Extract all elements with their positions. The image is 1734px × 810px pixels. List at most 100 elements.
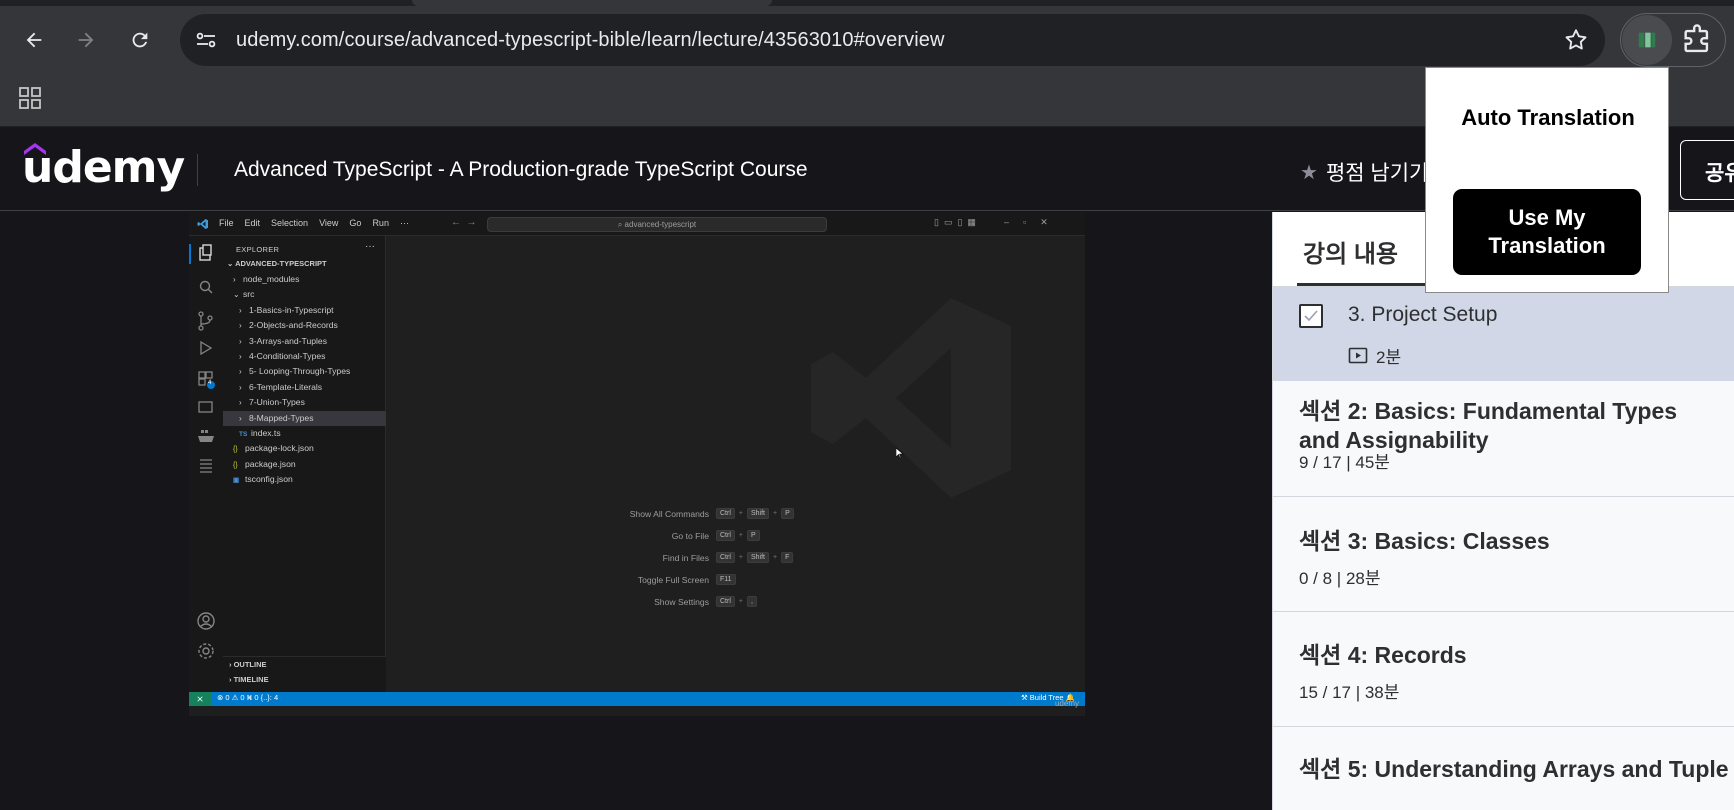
shortcut-label: Show Settings: [654, 597, 709, 607]
shortcut-row: Toggle Full Screen F11: [386, 574, 1085, 588]
share-button[interactable]: 공유: [1680, 140, 1734, 200]
use-my-translation-button[interactable]: Use My Translation: [1453, 189, 1641, 275]
file-tree-row: › 2-Objects-and-Records: [223, 318, 386, 333]
site-settings-icon[interactable]: [194, 28, 218, 52]
reload-button[interactable]: [122, 22, 158, 58]
lecture-meta: 2분: [1348, 343, 1401, 368]
vscode-menu-item: View: [319, 218, 339, 228]
vscode-menu: File Edit Selection View Go Run ···: [219, 218, 409, 228]
shortcut-keys: Ctrl +,: [716, 596, 757, 607]
vscode-editor: [386, 236, 1085, 692]
file-tree: › node_modules ⌄ src › 1-Basics-in-Typescript…: [223, 272, 386, 487]
chevron-right-icon: ›: [233, 275, 236, 284]
explorer-root: ⌄ ADVANCED-TYPESCRIPT: [227, 259, 327, 268]
udemy-logo[interactable]: udemy: [22, 142, 185, 193]
section-item[interactable]: 섹션 4: Records 15 / 17 | 38분: [1273, 612, 1734, 727]
extension-icon: [1638, 32, 1656, 48]
forward-arrow-icon: [78, 32, 94, 48]
file-tree-row: › 1-Basics-in-Typescript: [223, 303, 386, 318]
rating-button[interactable]: ★ 평점 남기기: [1300, 157, 1428, 187]
vscode-menu-item: Edit: [244, 218, 261, 228]
reload-icon: [132, 32, 148, 48]
file-tree-row: › 3-Arrays-and-Tuples: [223, 334, 386, 349]
activity-badge: 4: [208, 380, 212, 386]
activity-icons: [189, 244, 215, 473]
json-file-icon: {}: [233, 446, 238, 454]
file-tree-label: 4-Conditional-Types: [249, 350, 326, 361]
file-tree-label: package.json: [245, 458, 296, 469]
vscode-explorer: EXPLORER ··· ⌄ ADVANCED-TYPESCRIPT › node…: [223, 236, 386, 692]
puzzle-icon[interactable]: [1680, 24, 1714, 58]
vscode-nav-arrows-icon: ← →: [451, 217, 477, 228]
file-tree-label: src: [243, 289, 255, 300]
file-tree-row: ⌄ src: [223, 287, 386, 302]
vscode-layout-icons: ▯▭▯▦: [934, 217, 981, 227]
translation-popup: Auto Translation Use My Translation: [1425, 67, 1669, 293]
chevron-right-icon: ›: [239, 382, 242, 392]
tsconfig-file-icon: ▣: [233, 477, 240, 485]
file-tree-row: {} package.json: [223, 457, 386, 472]
key-cap: ,: [746, 596, 757, 607]
chevron-right-icon: ›: [239, 321, 242, 331]
section-item[interactable]: 섹션 5: Understanding Arrays and Tuple: [1273, 727, 1734, 810]
address-bar[interactable]: udemy.com/course/advanced-typescript-bib…: [180, 14, 1605, 66]
section-item[interactable]: 섹션 3: Basics: Classes 0 / 8 | 28분: [1273, 497, 1734, 612]
file-tree-row: TS index.ts: [223, 426, 386, 441]
tab-course-content[interactable]: 강의 내용: [1303, 234, 1398, 269]
section-title: 섹션 5: Understanding Arrays and Tuple: [1299, 756, 1729, 782]
shortcut-label: Go to File: [671, 531, 709, 541]
timeline-label: TIMELINE: [233, 675, 269, 684]
vscode-outline-panel: › OUTLINE › TIMELINE: [223, 656, 386, 692]
bookmark-star-icon[interactable]: [1563, 27, 1589, 53]
vscode-menu-item: ···: [399, 218, 409, 228]
course-title[interactable]: Advanced TypeScript - A Production-grade…: [234, 158, 808, 182]
mouse-cursor-icon: [896, 448, 904, 458]
chevron-right-icon: ›: [239, 351, 242, 361]
window-controls-icon: –▫✕: [1004, 217, 1062, 227]
lecture-duration: 2분: [1376, 348, 1402, 367]
vscode-activity-bar: 4: [189, 236, 223, 692]
file-tree-row: › node_modules: [223, 272, 386, 287]
section-title: 섹션 4: Records: [1299, 642, 1467, 668]
url-text[interactable]: udemy.com/course/advanced-typescript-bib…: [236, 29, 945, 52]
section-meta: 0 / 8 | 28분: [1299, 569, 1381, 588]
remote-icon: ⨯: [189, 692, 211, 706]
section-item[interactable]: 섹션 2: Basics: Fundamental Types and Assi…: [1273, 381, 1734, 497]
translation-extension-button[interactable]: [1622, 15, 1672, 65]
forward-button[interactable]: [68, 22, 104, 58]
key-cap: F11: [716, 574, 736, 585]
vscode-menu-item: File: [219, 218, 234, 228]
back-button[interactable]: [16, 22, 52, 58]
file-tree-row: ▣ tsconfig.json: [223, 472, 386, 487]
file-tree-label: 2-Objects-and-Records: [249, 320, 338, 331]
popup-title: Auto Translation: [1461, 105, 1635, 130]
course-content-sidebar: 강의 내용 3. Project Setup 2분 섹션 2: Basics: …: [1272, 212, 1734, 810]
tab-underline: [1297, 283, 1427, 286]
key-cap: Ctrl: [716, 530, 735, 541]
section-title: 섹션 3: Basics: Classes: [1299, 528, 1550, 554]
shortcut-keys: Ctrl + P: [716, 530, 760, 541]
file-tree-label: 3-Arrays-and-Tuples: [249, 335, 328, 346]
tab-strip: [0, 0, 1734, 6]
json-file-icon: {}: [233, 461, 238, 469]
chevron-right-icon: ›: [239, 367, 242, 377]
active-tab[interactable]: [412, 0, 772, 6]
vscode-status-bar: ⨯ ⊗ 0 ⚠ 0 ⛕ 0 {..}: 4 ⚒ Build Tree 🔔: [189, 692, 1085, 706]
current-lecture-item[interactable]: 3. Project Setup 2분: [1273, 287, 1734, 381]
file-tree-label: 1-Basics-in-Typescript: [249, 304, 334, 315]
video-player[interactable]: File Edit Selection View Go Run ··· ← → ⌕ adva…: [189, 212, 1085, 716]
apps-grid-icon[interactable]: [18, 86, 42, 110]
file-tree-label: node_modules: [243, 274, 300, 284]
file-tree-row: › 4-Conditional-Types: [223, 349, 386, 364]
shortcut-label: Toggle Full Screen: [637, 575, 709, 585]
lecture-complete-checkbox[interactable]: [1299, 304, 1323, 328]
key-cap: Ctrl: [716, 596, 735, 607]
timeline-row: › TIMELINE: [223, 672, 386, 687]
shortcut-row: Find in Files Ctrl + Shift + F: [386, 552, 1085, 566]
vscode-menu-item: Go: [349, 218, 362, 228]
plus-sign: +: [773, 510, 778, 517]
vscode-titlebar: File Edit Selection View Go Run ··· ← → ⌕ adva…: [189, 212, 1085, 236]
file-tree-row: › 5- Looping-Through-Types: [223, 364, 386, 379]
lecture-title: 3. Project Setup: [1348, 303, 1498, 326]
plus-sign: +: [738, 554, 743, 561]
